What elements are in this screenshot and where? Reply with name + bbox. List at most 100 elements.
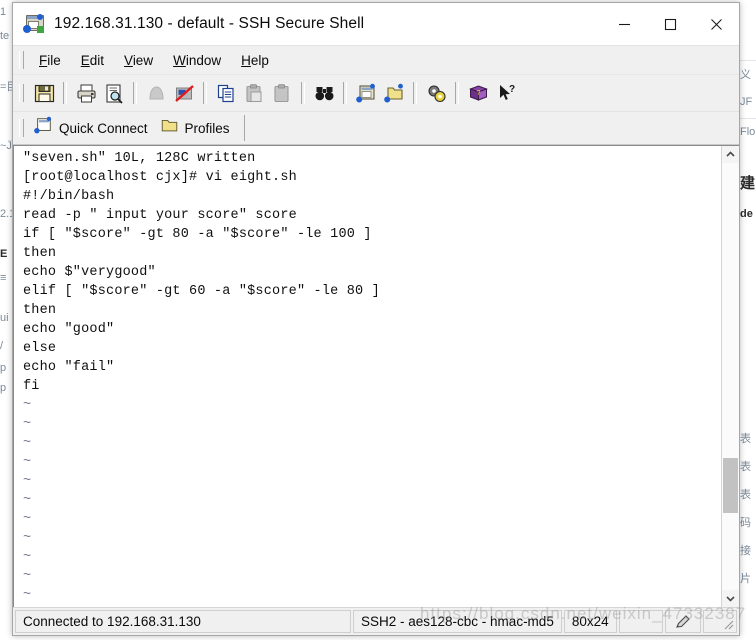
main-toolbar: ? ? [13, 75, 739, 112]
bg-fragment: te [0, 30, 10, 42]
print-preview-icon[interactable] [100, 79, 128, 107]
bg-fragment: 义 [740, 69, 751, 81]
terminal-line: elif [ "$score" -gt 60 -a "$score" -le 8… [23, 284, 380, 299]
quick-connect-icon [34, 116, 53, 140]
terminal-line: else [23, 341, 57, 356]
maximize-icon[interactable] [647, 3, 693, 45]
terminal-empty-marker: ~ [23, 398, 32, 413]
resize-grip-icon[interactable] [703, 610, 737, 633]
disconnect-icon[interactable] [170, 79, 198, 107]
terminal-line: then [23, 303, 57, 318]
quick-connect-bar: Quick Connect Profiles [13, 112, 739, 145]
copy-icon[interactable] [212, 79, 240, 107]
new-terminal-icon[interactable] [352, 79, 380, 107]
bg-fragment: ~Ĵ [0, 140, 12, 152]
scrollbar-thumb[interactable] [723, 457, 738, 514]
window-controls [601, 3, 739, 45]
bg-fragment: E [0, 248, 8, 260]
terminal-line: read -p " input your score" score [23, 208, 297, 223]
bg-fragment: 建 [740, 175, 756, 192]
context-help-icon[interactable]: ? [492, 79, 520, 107]
status-cipher: SSH2 - aes128-cbc - hmac-md5 [353, 610, 562, 633]
terminal-line: [root@localhost cjx]# vi eight.sh [23, 170, 297, 185]
chevron-up-icon[interactable] [722, 146, 739, 163]
bg-fragment: 表 [740, 433, 751, 445]
status-bar: Connected to 192.168.31.130 SSH2 - aes12… [13, 607, 739, 635]
terminal-line: "seven.sh" 10L, 128C written [23, 151, 256, 166]
status-connection: Connected to 192.168.31.130 [15, 610, 351, 633]
menu-item-window[interactable]: Window [164, 50, 230, 71]
svg-text:?: ? [508, 84, 514, 95]
close-icon[interactable] [693, 3, 739, 45]
bg-fragment: 接 [740, 545, 751, 557]
paste-icon[interactable] [240, 79, 268, 107]
menu-item-help[interactable]: Help [232, 50, 278, 71]
terminal-empty-marker: ~ [23, 455, 32, 470]
bg-fragment: JF [740, 96, 753, 108]
chevron-down-icon[interactable] [722, 590, 739, 607]
find-icon[interactable] [310, 79, 338, 107]
bg-divider [738, 60, 756, 61]
terminal-empty-marker: ~ [23, 569, 32, 584]
menu-item-file[interactable]: File [30, 50, 70, 71]
background-left-strip: 1 te =目 ~Ĵ 2.1 E ≡ ui / p p [0, 0, 17, 640]
bg-fragment: / [0, 340, 4, 352]
minimize-icon[interactable] [601, 3, 647, 45]
quick-connect-button[interactable]: Quick Connect [30, 115, 156, 141]
terminal-area: "seven.sh" 10L, 128C written [root@local… [13, 145, 739, 607]
title-bar[interactable]: 192.168.31.130 - default - SSH Secure Sh… [13, 3, 739, 46]
profiles-folder-icon [160, 116, 179, 140]
connectbar-drag-grip[interactable] [19, 119, 24, 137]
bg-fragment: ≡ [0, 272, 7, 284]
scrollbar-track[interactable] [722, 163, 739, 590]
profiles-label: Profiles [184, 120, 230, 136]
bg-fragment: Flo [740, 126, 756, 138]
ssh-terminal-icon [23, 13, 45, 35]
terminal-empty-marker: ~ [23, 588, 32, 603]
help-book-icon[interactable]: ? [464, 79, 492, 107]
terminal-empty-marker: ~ [23, 474, 32, 489]
bg-fragment: 1 [0, 6, 7, 18]
terminal-line: #!/bin/bash [23, 189, 115, 204]
print-icon[interactable] [72, 79, 100, 107]
quick-connect-label: Quick Connect [59, 120, 148, 136]
menu-drag-grip[interactable] [19, 51, 24, 69]
toolbar-drag-grip[interactable] [19, 84, 24, 102]
bg-fragment: p [0, 382, 7, 394]
terminal-line: fi [23, 379, 40, 394]
terminal-output[interactable]: "seven.sh" 10L, 128C written [root@local… [14, 146, 721, 607]
profiles-button[interactable]: Profiles [156, 115, 238, 141]
bg-fragment: ui [0, 312, 9, 324]
terminal-scrollbar[interactable] [721, 146, 739, 607]
menu-bar: File Edit View Window Help [13, 46, 739, 75]
ssh-secure-shell-window: 192.168.31.130 - default - SSH Secure Sh… [12, 2, 740, 636]
bg-fragment: 表 [740, 489, 751, 501]
connect-icon[interactable] [142, 79, 170, 107]
terminal-line: if [ "$score" -gt 80 -a "$score" -le 100… [23, 227, 372, 242]
bg-divider [738, 118, 756, 119]
terminal-empty-marker: ~ [23, 436, 32, 451]
save-icon[interactable] [30, 79, 58, 107]
status-terminal-size: 80x24 [563, 610, 617, 633]
terminal-empty-marker: ~ [23, 550, 32, 565]
bg-fragment: p [0, 362, 7, 374]
bg-fragment: de [740, 208, 753, 220]
bg-fragment: 片 [740, 573, 751, 585]
status-spacer [618, 610, 663, 633]
pencil-edit-icon[interactable] [665, 610, 701, 633]
bg-fragment: 表 [740, 461, 751, 473]
menu-item-edit[interactable]: Edit [72, 50, 113, 71]
terminal-line: then [23, 246, 57, 261]
menu-item-view[interactable]: View [115, 50, 162, 71]
background-right-strip: 义 JF Flo 建 de 表 表 表 码 接 片 [738, 0, 756, 640]
terminal-empty-marker: ~ [23, 512, 32, 527]
settings-icon[interactable] [422, 79, 450, 107]
new-transfer-icon[interactable] [380, 79, 408, 107]
connectbar-filler [243, 115, 739, 141]
paste-clipboard-icon[interactable] [268, 79, 296, 107]
terminal-empty-marker: ~ [23, 531, 32, 546]
bg-fragment: 码 [740, 517, 751, 529]
terminal-empty-marker: ~ [23, 493, 32, 508]
window-title: 192.168.31.130 - default - SSH Secure Sh… [54, 15, 365, 32]
terminal-line: echo $"verygood" [23, 265, 156, 280]
